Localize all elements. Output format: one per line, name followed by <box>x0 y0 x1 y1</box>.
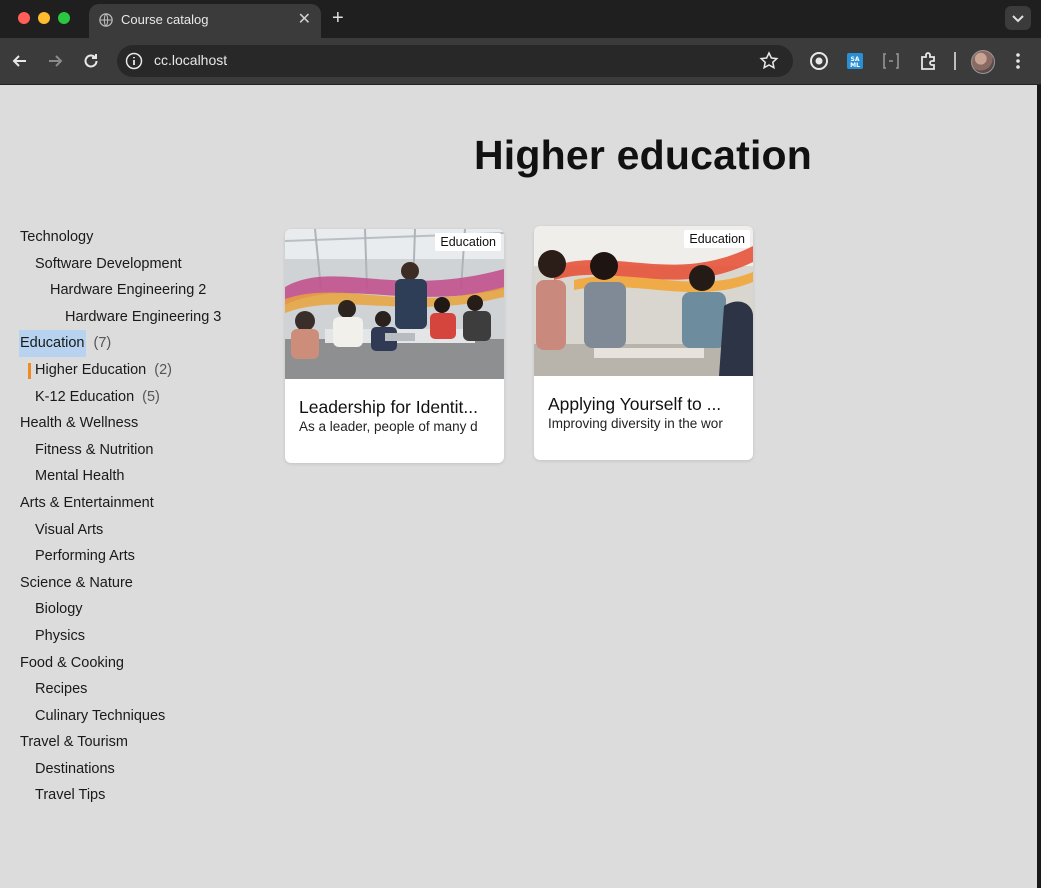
tab-search-button[interactable] <box>1005 6 1031 30</box>
sidebar-item-label: Destinations <box>35 760 115 777</box>
reload-icon[interactable] <box>81 51 101 71</box>
sidebar-item-label: Fitness & Nutrition <box>35 441 154 458</box>
browser-titlebar: Course catalog ✕ + <box>0 0 1041 38</box>
sidebar-item-label: Science & Nature <box>20 574 133 591</box>
tab-title: Course catalog <box>121 12 209 27</box>
sidebar-item-label: Health & Wellness <box>20 415 139 432</box>
sidebar-item-education[interactable]: Education (7) <box>19 330 260 357</box>
page-title: Higher education <box>473 132 813 178</box>
sidebar-item-visual-arts[interactable]: Visual Arts <box>20 517 260 544</box>
sidebar-item-recipes[interactable]: Recipes <box>20 676 260 703</box>
course-title: Applying Yourself to ... <box>548 394 722 414</box>
sidebar-item-count: (5) <box>142 388 160 405</box>
sidebar-item-label: Arts & Entertainment <box>20 494 154 511</box>
sidebar-item-travel-tips[interactable]: Travel Tips <box>20 782 260 809</box>
close-window-button[interactable] <box>18 12 30 24</box>
sidebar-item-culinary-techniques[interactable]: Culinary Techniques <box>20 703 260 730</box>
sidebar-item-technology[interactable]: Technology <box>20 224 260 251</box>
svg-text:ML: ML <box>850 62 860 69</box>
category-badge: Education <box>435 233 501 251</box>
sidebar-item-label: Software Development <box>35 255 182 272</box>
sidebar-item-hardware-engineering-2[interactable]: Hardware Engineering 2 <box>20 277 260 304</box>
url-text: cc.localhost <box>154 52 228 68</box>
sidebar-item-label: Recipes <box>35 681 88 698</box>
bookmark-star-icon[interactable] <box>759 51 779 71</box>
category-sidebar: Technology Software Development Hardware… <box>19 224 260 809</box>
minimize-window-button[interactable] <box>38 12 50 24</box>
sidebar-item-label: Mental Health <box>35 468 125 485</box>
puzzle-extensions-icon[interactable] <box>918 51 938 71</box>
sidebar-item-label: Higher Education <box>35 361 147 378</box>
sidebar-item-label: Visual Arts <box>35 521 104 538</box>
sidebar-item-health-wellness[interactable]: Health & Wellness <box>20 410 260 437</box>
sidebar-item-arts-entertainment[interactable]: Arts & Entertainment <box>20 490 260 517</box>
more-menu-icon[interactable] <box>1008 50 1028 72</box>
sidebar-item-label: Culinary Techniques <box>35 707 166 724</box>
sidebar-item-food-cooking[interactable]: Food & Cooking <box>20 650 260 677</box>
category-badge: Education <box>684 230 750 248</box>
window-edge <box>1037 85 1041 888</box>
sidebar-item-science-nature[interactable]: Science & Nature <box>20 570 260 597</box>
sidebar-item-label: Hardware Engineering 3 <box>65 308 222 325</box>
sidebar-item-performing-arts[interactable]: Performing Arts <box>20 543 260 570</box>
sidebar-item-label: Travel & Tourism <box>20 734 128 751</box>
sidebar-item-label: Hardware Engineering 2 <box>50 282 207 299</box>
sidebar-item-biology[interactable]: Biology <box>20 596 260 623</box>
forward-arrow-icon[interactable] <box>45 51 65 71</box>
address-bar[interactable]: cc.localhost <box>117 45 793 77</box>
globe-icon <box>99 13 113 27</box>
sidebar-item-label: Biology <box>35 601 83 618</box>
password-manager-extension-icon[interactable] <box>809 51 829 71</box>
sidebar-item-physics[interactable]: Physics <box>20 623 260 650</box>
browser-tab[interactable]: Course catalog ✕ <box>89 4 321 38</box>
sidebar-item-label: Education <box>19 330 86 357</box>
sidebar-item-label: Physics <box>35 627 85 644</box>
sidebar-item-software-development[interactable]: Software Development <box>20 251 260 278</box>
profile-avatar[interactable] <box>971 50 995 74</box>
course-image <box>534 226 753 376</box>
sidebar-item-label: K-12 Education <box>35 388 135 405</box>
saml-extension-icon[interactable]: SA ML <box>845 51 865 71</box>
sidebar-item-mental-health[interactable]: Mental Health <box>20 463 260 490</box>
sidebar-item-label: Technology <box>20 229 94 245</box>
browser-toolbar: cc.localhost SA ML <box>0 38 1041 85</box>
sidebar-item-travel-tourism[interactable]: Travel & Tourism <box>20 729 260 756</box>
back-arrow-icon[interactable] <box>10 51 30 71</box>
course-description: Improving diversity in the wor <box>548 416 723 431</box>
new-tab-button[interactable]: + <box>332 7 344 29</box>
sidebar-item-label: Travel Tips <box>35 787 106 804</box>
course-card[interactable]: Education Leadership for Identit... As a… <box>285 229 504 463</box>
maximize-window-button[interactable] <box>58 12 70 24</box>
sidebar-item-fitness-nutrition[interactable]: Fitness & Nutrition <box>20 437 260 464</box>
toolbar-divider <box>954 52 956 70</box>
course-image <box>285 229 504 379</box>
site-info-icon[interactable] <box>125 52 143 70</box>
sidebar-item-destinations[interactable]: Destinations <box>20 756 260 783</box>
course-description: As a leader, people of many d <box>299 419 478 434</box>
course-card[interactable]: Education Applying Yourself to ... Impro… <box>534 226 753 460</box>
sidebar-item-count: (7) <box>93 335 112 352</box>
tab-close-icon[interactable]: ✕ <box>298 10 311 30</box>
sidebar-item-k12-education[interactable]: K-12 Education (5) <box>20 384 260 411</box>
sidebar-item-hardware-engineering-3[interactable]: Hardware Engineering 3 <box>20 304 260 331</box>
chevron-down-icon <box>1012 15 1024 23</box>
sidebar-item-count: (2) <box>154 361 172 378</box>
bracket-extension-icon[interactable] <box>881 51 901 71</box>
course-title: Leadership for Identit... <box>299 397 478 417</box>
sidebar-item-label: Performing Arts <box>35 548 135 565</box>
sidebar-item-label: Food & Cooking <box>20 654 124 671</box>
active-indicator <box>28 362 31 379</box>
sidebar-item-higher-education[interactable]: Higher Education (2) <box>20 357 260 384</box>
